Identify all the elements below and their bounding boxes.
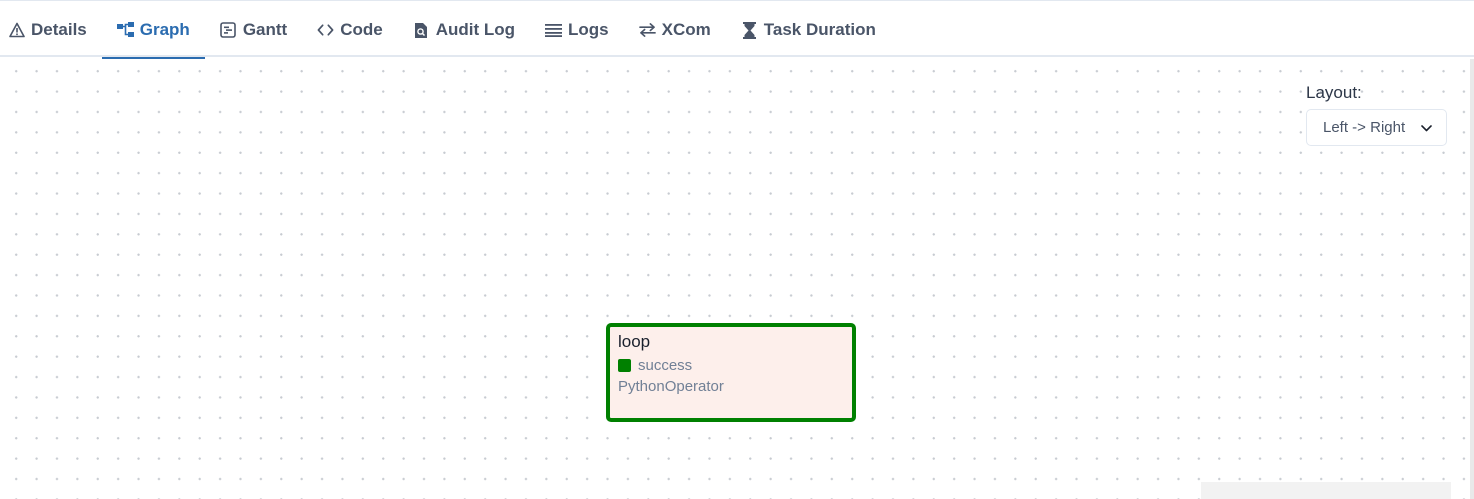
minimap-panel bbox=[1201, 482, 1451, 499]
tab-label: Audit Log bbox=[435, 20, 516, 39]
graph-canvas[interactable] bbox=[0, 59, 1470, 499]
tab-label: Task Duration bbox=[763, 20, 876, 39]
tab-bar: Details Graph Gantt Code Audit Log Logs bbox=[0, 3, 1474, 59]
tab-label: Code bbox=[340, 20, 383, 39]
state-label: success bbox=[638, 356, 693, 374]
gantt-icon bbox=[220, 22, 237, 39]
tab-gantt[interactable]: Gantt bbox=[205, 3, 302, 57]
warning-triangle-icon bbox=[8, 22, 25, 39]
list-icon bbox=[545, 22, 563, 39]
hourglass-icon bbox=[741, 21, 758, 39]
task-state: success bbox=[618, 356, 844, 374]
tab-audit-log[interactable]: Audit Log bbox=[398, 3, 530, 57]
layout-selected-value: Left -> Right bbox=[1323, 119, 1406, 136]
tab-label: Graph bbox=[139, 20, 190, 39]
task-id: loop bbox=[618, 332, 651, 351]
vertical-scrollbar[interactable] bbox=[1470, 59, 1474, 499]
graph-icon bbox=[116, 22, 134, 39]
layout-control: Layout: Left -> Right bbox=[1306, 82, 1447, 146]
tab-xcom[interactable]: XCom bbox=[624, 3, 726, 57]
tab-label: Gantt bbox=[242, 20, 288, 39]
tab-logs[interactable]: Logs bbox=[530, 3, 624, 57]
task-node-loop[interactable]: loop success PythonOperator bbox=[606, 323, 856, 422]
chevron-down-icon bbox=[1421, 119, 1432, 136]
layout-select[interactable]: Left -> Right bbox=[1306, 109, 1447, 146]
tab-task-duration[interactable]: Task Duration bbox=[726, 3, 891, 57]
tab-graph[interactable]: Graph bbox=[101, 3, 205, 59]
operator-label: PythonOperator bbox=[618, 378, 724, 395]
tab-code[interactable]: Code bbox=[302, 3, 398, 57]
tab-details[interactable]: Details bbox=[0, 3, 102, 57]
file-search-icon bbox=[413, 22, 430, 39]
tab-label: Logs bbox=[568, 20, 609, 39]
layout-label: Layout: bbox=[1306, 83, 1362, 102]
tab-label: Details bbox=[31, 20, 87, 39]
code-icon bbox=[317, 22, 334, 39]
state-indicator-icon bbox=[618, 358, 631, 372]
tab-label: XCom bbox=[661, 20, 711, 39]
swap-arrows-icon bbox=[638, 22, 656, 39]
